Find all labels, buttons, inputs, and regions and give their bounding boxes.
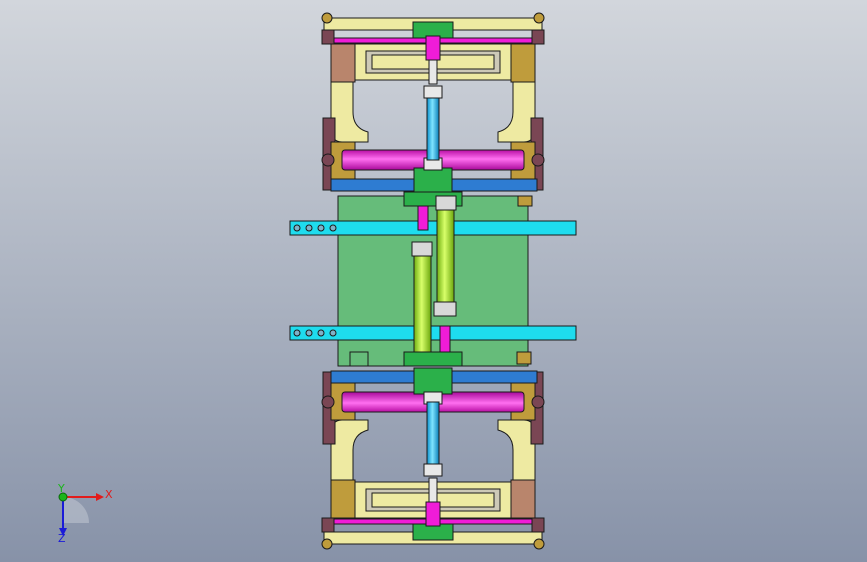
triad-z-label: Z xyxy=(58,532,66,545)
cyan-bar-upper xyxy=(289,220,577,236)
triad-x-label: X xyxy=(105,488,113,501)
assembly-drawing[interactable]: X Y Z xyxy=(0,0,867,562)
triad-y-label: Y xyxy=(57,482,65,495)
cyan-bar-lower xyxy=(289,325,577,341)
cad-viewport[interactable]: X Y Z xyxy=(0,0,867,562)
